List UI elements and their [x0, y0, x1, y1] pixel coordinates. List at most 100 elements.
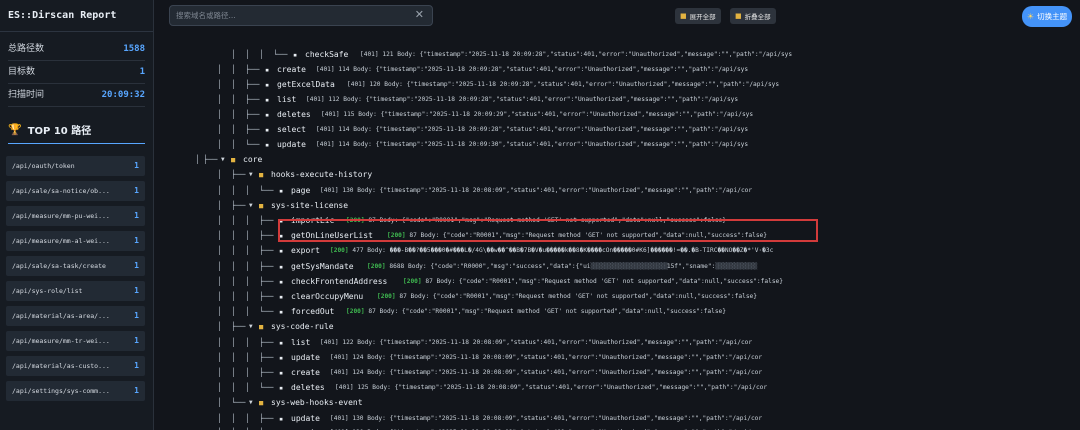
file-icon: ▪ — [279, 354, 284, 362]
path-name[interactable]: create — [291, 426, 320, 430]
toolbar: ✕ ■ 展开全部 ■ 折叠全部 ☀ 切换主题 — [155, 0, 1080, 32]
tree-guide-line: │ — [217, 307, 222, 316]
status-code: [200] — [377, 293, 396, 300]
tree-folder-row[interactable]: │ ├── ▼ ■ core — [155, 153, 1080, 167]
response-body: 87 Body: {"code":"R0001","msg":"Request … — [368, 308, 726, 315]
response-body: 477 Body: ���-B��?��5���0�#���L�/4G\��w�… — [352, 247, 774, 254]
response-info: [401] 112 Body: {"timestamp":"2025-11-18… — [306, 93, 738, 107]
caret-down-icon[interactable]: ▼ — [249, 396, 253, 410]
tree-file-row[interactable]: │ │ └── ▪ update [401] 114 Body: {"timestamp"… — [155, 138, 1080, 152]
tree-file-row[interactable]: │ │ │ └── ▪ checkSafe [401] 121 Body: {"timest… — [155, 48, 1080, 62]
file-icon: ▪ — [279, 426, 283, 430]
tree-file-row[interactable]: │ │ │ ├── ▪ list [401] 122 Body: {"timestamp":… — [155, 336, 1080, 350]
tree-file-row[interactable]: │ │ │ ├── ▪ create [401] 130 Body: {"timestamp… — [155, 426, 1080, 430]
tree-file-row[interactable]: │ │ ├── ▪ select [401] 114 Body: {"timestamp"… — [155, 123, 1080, 137]
tree-file-row[interactable]: │ │ ├── ▪ getExcelData [401] 120 Body: {"time… — [155, 78, 1080, 92]
response-body: [401] 130 Body: {"timestamp":"2025-11-18… — [320, 187, 753, 194]
top10-item[interactable]: /api/measure/mm-al-wei... 1 — [6, 231, 145, 251]
tree-guide-line: │ — [231, 353, 236, 362]
path-name[interactable]: update — [277, 138, 306, 152]
tree-file-row[interactable]: │ │ ├── ▪ list [401] 112 Body: {"timestamp":"… — [155, 93, 1080, 107]
tree-folder-row[interactable]: │ ├── ▼ ■ hooks-execute-history — [155, 168, 1080, 182]
tree-guide-line: │ — [245, 353, 250, 362]
path-name[interactable]: getSysMandate — [291, 260, 354, 274]
path-name[interactable]: list — [277, 93, 296, 107]
tree-guide-line: │ — [231, 426, 236, 430]
top10-item-count: 1 — [134, 386, 139, 395]
path-name[interactable]: forcedOut — [291, 305, 334, 319]
tree-file-row[interactable]: │ │ │ ├── ▪ create [401] 124 Body: {"timestamp… — [155, 366, 1080, 380]
tree-folder-row[interactable]: │ └── ▼ ■ sys-web-hooks-event — [155, 396, 1080, 410]
tree-folder-row[interactable]: │ ├── ▼ ■ sys-code-rule — [155, 320, 1080, 334]
tree-file-row[interactable]: │ │ │ ├── ▪ getSysMandate [200] 8688 Body: {"c… — [155, 260, 1080, 274]
response-info: [401] 115 Body: {"timestamp":"2025-11-18… — [321, 108, 753, 122]
tree-file-row[interactable]: │ │ │ └── ▪ deletes [401] 125 Body: {"timestam… — [155, 381, 1080, 395]
path-name[interactable]: list — [291, 336, 310, 350]
toggle-theme-button[interactable]: ☀ 切换主题 — [1022, 6, 1072, 27]
top10-item[interactable]: /api/oauth/token 1 — [6, 156, 145, 176]
path-name[interactable]: create — [277, 63, 306, 77]
search-box[interactable]: ✕ — [169, 5, 433, 26]
top10-item-count: 1 — [134, 311, 139, 320]
path-name[interactable]: create — [291, 366, 320, 380]
top10-item[interactable]: /api/sale/sa-notice/ob... 1 — [6, 181, 145, 201]
tree-file-row[interactable]: │ │ │ ├── ▪ update [401] 130 Body: {"timestamp… — [155, 412, 1080, 426]
stat-label: 扫描时间 — [8, 90, 45, 100]
top10-item[interactable]: /api/measure/mm-tr-wei... 1 — [6, 331, 145, 351]
highlight-box — [278, 219, 818, 242]
tree-file-row[interactable]: │ │ │ ├── ▪ clearOccupyMenu [200] 87 Body: {"c… — [155, 290, 1080, 304]
caret-down-icon[interactable]: ▼ — [221, 153, 225, 167]
path-name[interactable]: update — [291, 412, 320, 426]
tree-branch: ├── — [203, 155, 218, 164]
expand-all-label: 展开全部 — [689, 13, 716, 21]
folder-name: sys-site-license — [271, 201, 349, 210]
tree-file-row[interactable]: │ │ ├── ▪ deletes [401] 115 Body: {"timestamp… — [155, 108, 1080, 122]
tree-file-row[interactable]: │ │ │ └── ▪ forcedOut [200] 87 Body: {"code":"… — [155, 305, 1080, 319]
tree-folder-row[interactable]: │ ├── ▼ ■ sys-site-license — [155, 199, 1080, 213]
top10-item-count: 1 — [134, 261, 139, 270]
stat-value: 20:09:32 — [101, 90, 145, 100]
caret-down-icon[interactable]: ▼ — [249, 320, 253, 334]
response-body: [401] 112 Body: {"timestamp":"2025-11-18… — [306, 96, 739, 103]
path-name[interactable]: select — [277, 123, 306, 137]
response-body: [401] 115 Body: {"timestamp":"2025-11-18… — [321, 111, 754, 118]
top10-item[interactable]: /api/sale/sa-task/create 1 — [6, 256, 145, 276]
path-name[interactable]: page — [291, 184, 310, 198]
top10-item[interactable]: /api/measure/mm-pu-wei... 1 — [6, 206, 145, 226]
tree-guide-line: │ — [245, 426, 250, 430]
top10-item[interactable]: /api/sys-role/list 1 — [6, 281, 145, 301]
path-name[interactable]: getExcelData — [277, 78, 335, 92]
path-name[interactable]: checkSafe — [305, 48, 348, 62]
tree-file-row[interactable]: │ │ │ ├── ▪ checkFrontendAddress [200] 87 Body… — [155, 275, 1080, 289]
trophy-icon: 🏆 — [8, 123, 22, 136]
top10-item[interactable]: /api/settings/sys-comm... 1 — [6, 381, 145, 401]
tree-branch: ├── — [231, 201, 246, 210]
top10-item[interactable]: /api/material/as-area/... 1 — [6, 306, 145, 326]
path-name[interactable]: checkFrontendAddress — [291, 275, 387, 289]
response-body: [401] 122 Body: {"timestamp":"2025-11-18… — [320, 339, 753, 346]
response-body-tail: 15f","sname": — [666, 263, 716, 270]
tree-guide-line: │ — [245, 383, 250, 392]
path-name[interactable]: export — [291, 244, 320, 258]
expand-all-button[interactable]: ■ 展开全部 — [675, 8, 721, 24]
response-info: [200] 477 Body: ���-B��?��5���0�#���L�/4… — [330, 244, 773, 258]
tree-file-row[interactable]: │ │ │ ├── ▪ export [200] 477 Body: ���-B��?��5… — [155, 244, 1080, 258]
top10-item[interactable]: /api/material/as-custo... 1 — [6, 356, 145, 376]
tree-file-row[interactable]: │ │ │ └── ▪ page [401] 130 Body: {"timestamp":… — [155, 184, 1080, 198]
tree-file-row[interactable]: │ │ │ ├── ▪ update [401] 124 Body: {"timestamp… — [155, 351, 1080, 365]
path-name[interactable]: update — [291, 351, 320, 365]
tree-guide-line: │ — [217, 292, 222, 301]
search-input[interactable] — [176, 8, 411, 23]
tree-guide-line: │ — [217, 246, 222, 255]
collapse-all-button[interactable]: ■ 折叠全部 — [730, 8, 776, 24]
tree-guide-line: │ — [217, 95, 222, 104]
path-name[interactable]: clearOccupyMenu — [291, 290, 363, 304]
path-name[interactable]: deletes — [277, 108, 311, 122]
top10-item-path: /api/measure/mm-pu-wei... — [12, 212, 110, 220]
caret-down-icon[interactable]: ▼ — [249, 168, 253, 182]
close-icon[interactable]: ✕ — [415, 8, 424, 21]
tree-file-row[interactable]: │ │ ├── ▪ create [401] 114 Body: {"timestamp"… — [155, 63, 1080, 77]
caret-down-icon[interactable]: ▼ — [249, 199, 253, 213]
path-name[interactable]: deletes — [291, 381, 325, 395]
sun-icon: ☀ — [1026, 12, 1035, 21]
